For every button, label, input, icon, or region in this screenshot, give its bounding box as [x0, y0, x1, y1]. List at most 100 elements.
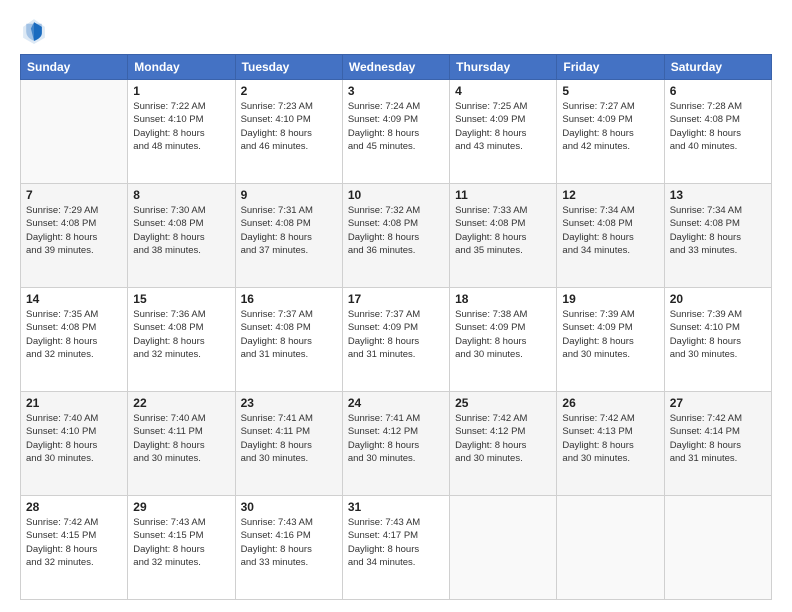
- day-info: Sunrise: 7:36 AM Sunset: 4:08 PM Dayligh…: [133, 308, 229, 361]
- calendar-cell: 22Sunrise: 7:40 AM Sunset: 4:11 PM Dayli…: [128, 392, 235, 496]
- calendar-cell: 15Sunrise: 7:36 AM Sunset: 4:08 PM Dayli…: [128, 288, 235, 392]
- day-number: 20: [670, 292, 766, 306]
- col-header-monday: Monday: [128, 55, 235, 80]
- calendar-cell: 16Sunrise: 7:37 AM Sunset: 4:08 PM Dayli…: [235, 288, 342, 392]
- col-header-saturday: Saturday: [664, 55, 771, 80]
- day-number: 5: [562, 84, 658, 98]
- day-info: Sunrise: 7:31 AM Sunset: 4:08 PM Dayligh…: [241, 204, 337, 257]
- day-info: Sunrise: 7:33 AM Sunset: 4:08 PM Dayligh…: [455, 204, 551, 257]
- day-info: Sunrise: 7:42 AM Sunset: 4:13 PM Dayligh…: [562, 412, 658, 465]
- calendar-cell: [21, 80, 128, 184]
- day-info: Sunrise: 7:43 AM Sunset: 4:16 PM Dayligh…: [241, 516, 337, 569]
- calendar-cell: 18 Sunrise: 7:38 AM Sunset: 4:09 PM Dayli…: [450, 288, 557, 392]
- col-header-wednesday: Wednesday: [342, 55, 449, 80]
- calendar-cell: 23 Sunrise: 7:41 AM Sunset: 4:11 PM Dayli…: [235, 392, 342, 496]
- calendar-cell: 4Sunrise: 7:25 AM Sunset: 4:09 PM Daylig…: [450, 80, 557, 184]
- calendar-cell: 10Sunrise: 7:32 AM Sunset: 4:08 PM Dayli…: [342, 184, 449, 288]
- day-number: 12: [562, 188, 658, 202]
- day-number: 7: [26, 188, 122, 202]
- day-info: Sunrise: 7:42 AM Sunset: 4:12 PM Dayligh…: [455, 412, 551, 465]
- day-info: Sunrise: 7:30 AM Sunset: 4:08 PM Dayligh…: [133, 204, 229, 257]
- logo-icon: [20, 16, 48, 44]
- calendar-cell: 30 Sunrise: 7:43 AM Sunset: 4:16 PM Dayli…: [235, 496, 342, 600]
- day-number: 27: [670, 396, 766, 410]
- day-info: Sunrise: 7:24 AM Sunset: 4:09 PM Dayligh…: [348, 100, 444, 153]
- calendar-cell: 19 Sunrise: 7:39 AM Sunset: 4:09 PM Dayli…: [557, 288, 664, 392]
- day-info: Sunrise: 7:40 AM Sunset: 4:11 PM Dayligh…: [133, 412, 229, 465]
- day-info: Sunrise: 7:29 AM Sunset: 4:08 PM Dayligh…: [26, 204, 122, 257]
- day-info: Sunrise: 7:42 AM Sunset: 4:15 PM Dayligh…: [26, 516, 122, 569]
- day-info: Sunrise: 7:41 AM Sunset: 4:11 PM Dayligh…: [241, 412, 337, 465]
- day-number: 2: [241, 84, 337, 98]
- calendar-cell: 17 Sunrise: 7:37 AM Sunset: 4:09 PM Dayli…: [342, 288, 449, 392]
- day-number: 16: [241, 292, 337, 306]
- col-header-sunday: Sunday: [21, 55, 128, 80]
- day-number: 18: [455, 292, 551, 306]
- calendar-cell: 24 Sunrise: 7:41 AM Sunset: 4:12 PM Dayli…: [342, 392, 449, 496]
- day-info: Sunrise: 7:28 AM Sunset: 4:08 PM Dayligh…: [670, 100, 766, 153]
- calendar-cell: 25Sunrise: 7:42 AM Sunset: 4:12 PM Dayli…: [450, 392, 557, 496]
- day-info: Sunrise: 7:39 AM Sunset: 4:09 PM Dayligh…: [562, 308, 658, 361]
- day-number: 21: [26, 396, 122, 410]
- calendar-cell: [450, 496, 557, 600]
- week-row-2: 14 Sunrise: 7:35 AM Sunset: 4:08 PM Dayli…: [21, 288, 772, 392]
- calendar-cell: 6 Sunrise: 7:28 AM Sunset: 4:08 PM Daylig…: [664, 80, 771, 184]
- day-number: 1: [133, 84, 229, 98]
- day-number: 31: [348, 500, 444, 514]
- header: [20, 16, 772, 44]
- calendar-cell: 31 Sunrise: 7:43 AM Sunset: 4:17 PM Dayli…: [342, 496, 449, 600]
- calendar-cell: 13 Sunrise: 7:34 AM Sunset: 4:08 PM Dayli…: [664, 184, 771, 288]
- day-number: 13: [670, 188, 766, 202]
- calendar-cell: 12 Sunrise: 7:34 AM Sunset: 4:08 PM Dayli…: [557, 184, 664, 288]
- calendar-cell: 11 Sunrise: 7:33 AM Sunset: 4:08 PM Dayli…: [450, 184, 557, 288]
- day-info: Sunrise: 7:43 AM Sunset: 4:17 PM Dayligh…: [348, 516, 444, 569]
- day-info: Sunrise: 7:25 AM Sunset: 4:09 PM Dayligh…: [455, 100, 551, 153]
- calendar-cell: 2Sunrise: 7:23 AM Sunset: 4:10 PM Daylig…: [235, 80, 342, 184]
- col-header-tuesday: Tuesday: [235, 55, 342, 80]
- calendar-cell: 28 Sunrise: 7:42 AM Sunset: 4:15 PM Dayli…: [21, 496, 128, 600]
- day-number: 19: [562, 292, 658, 306]
- day-info: Sunrise: 7:22 AM Sunset: 4:10 PM Dayligh…: [133, 100, 229, 153]
- week-row-4: 28 Sunrise: 7:42 AM Sunset: 4:15 PM Dayli…: [21, 496, 772, 600]
- day-number: 30: [241, 500, 337, 514]
- week-row-1: 7 Sunrise: 7:29 AM Sunset: 4:08 PM Daylig…: [21, 184, 772, 288]
- col-header-friday: Friday: [557, 55, 664, 80]
- page: SundayMondayTuesdayWednesdayThursdayFrid…: [0, 0, 792, 612]
- day-number: 8: [133, 188, 229, 202]
- day-number: 26: [562, 396, 658, 410]
- calendar-cell: [664, 496, 771, 600]
- calendar-table: SundayMondayTuesdayWednesdayThursdayFrid…: [20, 54, 772, 600]
- header-row: SundayMondayTuesdayWednesdayThursdayFrid…: [21, 55, 772, 80]
- calendar-cell: 27 Sunrise: 7:42 AM Sunset: 4:14 PM Dayli…: [664, 392, 771, 496]
- day-info: Sunrise: 7:41 AM Sunset: 4:12 PM Dayligh…: [348, 412, 444, 465]
- day-info: Sunrise: 7:38 AM Sunset: 4:09 PM Dayligh…: [455, 308, 551, 361]
- day-info: Sunrise: 7:35 AM Sunset: 4:08 PM Dayligh…: [26, 308, 122, 361]
- day-number: 23: [241, 396, 337, 410]
- calendar-cell: 7 Sunrise: 7:29 AM Sunset: 4:08 PM Daylig…: [21, 184, 128, 288]
- day-number: 14: [26, 292, 122, 306]
- day-number: 17: [348, 292, 444, 306]
- day-number: 24: [348, 396, 444, 410]
- day-number: 6: [670, 84, 766, 98]
- day-info: Sunrise: 7:27 AM Sunset: 4:09 PM Dayligh…: [562, 100, 658, 153]
- calendar-cell: 29Sunrise: 7:43 AM Sunset: 4:15 PM Dayli…: [128, 496, 235, 600]
- day-number: 9: [241, 188, 337, 202]
- day-number: 3: [348, 84, 444, 98]
- col-header-thursday: Thursday: [450, 55, 557, 80]
- day-info: Sunrise: 7:39 AM Sunset: 4:10 PM Dayligh…: [670, 308, 766, 361]
- calendar-cell: 3 Sunrise: 7:24 AM Sunset: 4:09 PM Daylig…: [342, 80, 449, 184]
- calendar-cell: [557, 496, 664, 600]
- calendar-cell: 9 Sunrise: 7:31 AM Sunset: 4:08 PM Daylig…: [235, 184, 342, 288]
- day-info: Sunrise: 7:34 AM Sunset: 4:08 PM Dayligh…: [562, 204, 658, 257]
- calendar-cell: 14 Sunrise: 7:35 AM Sunset: 4:08 PM Dayli…: [21, 288, 128, 392]
- day-info: Sunrise: 7:34 AM Sunset: 4:08 PM Dayligh…: [670, 204, 766, 257]
- day-number: 28: [26, 500, 122, 514]
- day-info: Sunrise: 7:42 AM Sunset: 4:14 PM Dayligh…: [670, 412, 766, 465]
- day-info: Sunrise: 7:40 AM Sunset: 4:10 PM Dayligh…: [26, 412, 122, 465]
- calendar-cell: 21 Sunrise: 7:40 AM Sunset: 4:10 PM Dayli…: [21, 392, 128, 496]
- logo: [20, 16, 52, 44]
- calendar-cell: 8 Sunrise: 7:30 AM Sunset: 4:08 PM Daylig…: [128, 184, 235, 288]
- week-row-3: 21 Sunrise: 7:40 AM Sunset: 4:10 PM Dayli…: [21, 392, 772, 496]
- day-number: 11: [455, 188, 551, 202]
- day-info: Sunrise: 7:37 AM Sunset: 4:09 PM Dayligh…: [348, 308, 444, 361]
